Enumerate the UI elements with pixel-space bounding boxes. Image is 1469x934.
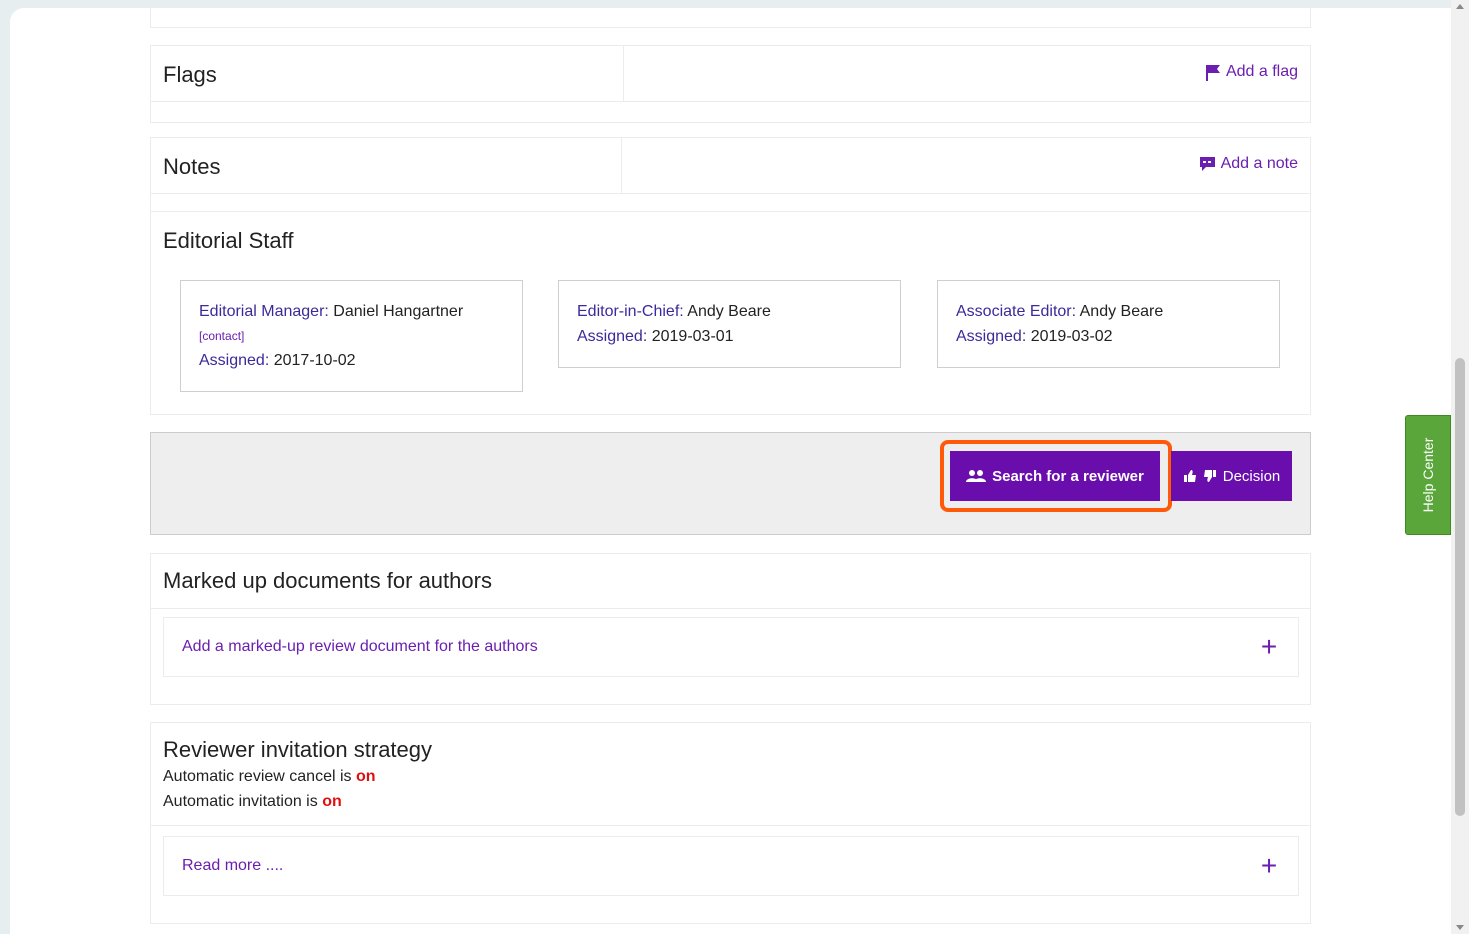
staff-name: Daniel Hangartner bbox=[333, 303, 464, 320]
auto-invitation-state: on bbox=[322, 793, 342, 810]
auto-invitation-line: Automatic invitation is on bbox=[163, 793, 342, 811]
action-toolbar: Search for a reviewer Decision bbox=[150, 432, 1311, 535]
assigned-date: 2017-10-02 bbox=[273, 352, 356, 369]
notes-divider bbox=[621, 138, 622, 194]
staff-role: Editorial Manager: bbox=[199, 303, 329, 320]
flags-panel: Flags Add a flag bbox=[150, 45, 1311, 123]
auto-review-cancel-state: on bbox=[355, 768, 376, 785]
editorial-staff-title: Editorial Staff bbox=[163, 228, 294, 253]
add-marked-up-document-row[interactable]: Add a marked-up review document for the … bbox=[163, 617, 1299, 677]
notes-title: Notes bbox=[163, 154, 221, 179]
staff-name: Andy Beare bbox=[687, 303, 771, 320]
help-center-tab[interactable]: Help Center bbox=[1405, 415, 1451, 535]
flags-title: Flags bbox=[163, 62, 217, 87]
scroll-down-arrow-icon[interactable] bbox=[1456, 925, 1464, 930]
add-marked-up-document-link[interactable]: Add a marked-up review document for the … bbox=[182, 638, 538, 656]
staff-card-associate-editor: Associate Editor: Andy Beare Assigned: 2… bbox=[937, 280, 1280, 368]
plus-icon[interactable]: + bbox=[1258, 632, 1280, 662]
scroll-up-arrow-icon[interactable] bbox=[1456, 4, 1464, 9]
scrollbar-thumb[interactable] bbox=[1455, 358, 1465, 816]
flags-divider bbox=[623, 46, 624, 102]
decision-button[interactable]: Decision bbox=[1171, 451, 1292, 501]
add-note-label: Add a note bbox=[1220, 155, 1298, 172]
marked-up-documents-title: Marked up documents for authors bbox=[163, 568, 492, 593]
flags-header: Flags Add a flag bbox=[151, 46, 1310, 102]
highlight-box bbox=[940, 440, 1172, 512]
previous-panel-stub bbox=[150, 8, 1311, 28]
contact-link[interactable]: [contact] bbox=[199, 324, 504, 348]
reviewer-invitation-strategy-panel: Reviewer invitation strategy Automatic r… bbox=[150, 722, 1311, 924]
read-more-link[interactable]: Read more .... bbox=[182, 857, 283, 875]
auto-review-cancel-line: Automatic review cancel is on bbox=[163, 768, 376, 786]
flag-icon bbox=[1205, 64, 1220, 81]
marked-up-documents-panel: Marked up documents for authors Add a ma… bbox=[150, 553, 1311, 705]
thumbs-up-icon bbox=[1183, 470, 1196, 482]
staff-card-editor-in-chief: Editor-in-Chief: Andy Beare Assigned: 20… bbox=[558, 280, 901, 368]
assigned-label: Assigned: bbox=[956, 328, 1027, 345]
add-flag-label: Add a flag bbox=[1225, 63, 1298, 80]
reviewer-invitation-strategy-title: Reviewer invitation strategy bbox=[163, 737, 433, 762]
thumbs-down-icon bbox=[1203, 470, 1216, 482]
notes-header: Notes Add a note bbox=[151, 138, 1310, 194]
assigned-date: 2019-03-02 bbox=[1030, 328, 1113, 345]
notes-panel: Notes Add a note bbox=[150, 137, 1311, 215]
decision-label: Decision bbox=[1222, 467, 1281, 485]
auto-invitation-text: Automatic invitation is bbox=[163, 793, 318, 810]
page: Flags Add a flag Notes Add a note Editor… bbox=[10, 8, 1451, 934]
add-flag-link[interactable]: Add a flag bbox=[1205, 63, 1298, 81]
help-center-label: Help Center bbox=[1420, 437, 1436, 513]
auto-review-cancel-text: Automatic review cancel is bbox=[163, 768, 352, 785]
editorial-staff-panel: Editorial Staff Editorial Manager: Danie… bbox=[150, 211, 1311, 415]
staff-role: Editor-in-Chief: bbox=[577, 303, 684, 320]
add-note-link[interactable]: Add a note bbox=[1199, 155, 1298, 173]
read-more-row[interactable]: Read more .... + bbox=[163, 836, 1299, 896]
divider bbox=[151, 608, 1310, 609]
assigned-label: Assigned: bbox=[199, 352, 270, 369]
divider bbox=[151, 825, 1310, 826]
staff-name: Andy Beare bbox=[1079, 303, 1164, 320]
assigned-date: 2019-03-01 bbox=[651, 328, 734, 345]
staff-card-editorial-manager: Editorial Manager: Daniel Hangartner [co… bbox=[180, 280, 523, 392]
comment-icon bbox=[1199, 157, 1215, 171]
plus-icon[interactable]: + bbox=[1258, 851, 1280, 881]
assigned-label: Assigned: bbox=[577, 328, 648, 345]
staff-role: Associate Editor: bbox=[956, 303, 1077, 320]
scrollbar[interactable] bbox=[1451, 0, 1469, 934]
